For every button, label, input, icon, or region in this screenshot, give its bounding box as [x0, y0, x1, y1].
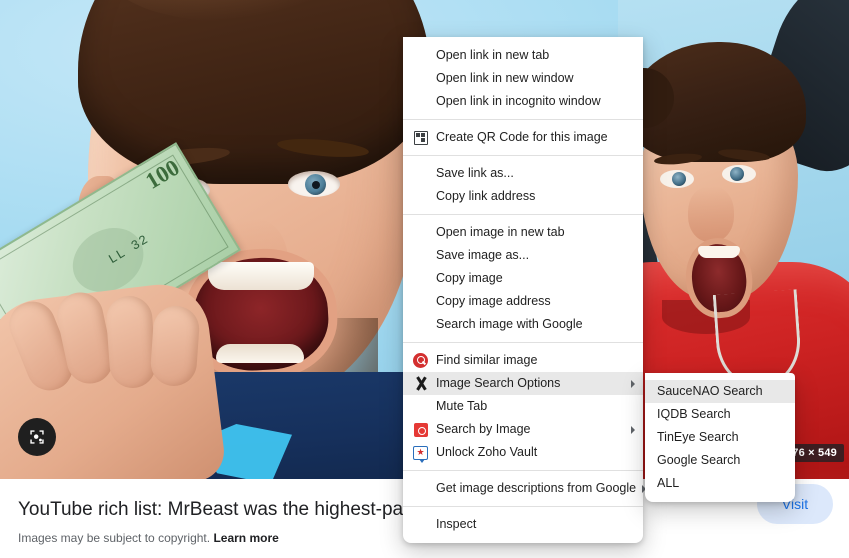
submenu-item-tineye-search[interactable]: TinEye Search: [645, 426, 795, 449]
menu-item-label: Copy image address: [436, 294, 551, 309]
submenu-item-iqdb-search[interactable]: IQDB Search: [645, 403, 795, 426]
menu-item-find-similar-image[interactable]: Find similar image: [403, 349, 643, 372]
submenu-item-google-search[interactable]: Google Search: [645, 449, 795, 472]
menu-item-label: Open link in new window: [436, 71, 574, 86]
no-icon: [412, 47, 429, 64]
copyright-notice: Images may be subject to copyright. Lear…: [18, 531, 279, 545]
right-subject-iris-right: [730, 167, 744, 181]
search-by-image-icon-glyph: [413, 422, 428, 437]
menu-item-label: Open link in new tab: [436, 48, 550, 63]
menu-item-unlock-zoho-vault[interactable]: Unlock Zoho Vault: [403, 441, 643, 464]
menu-item-label: Create QR Code for this image: [436, 130, 608, 145]
submenu-item-label: IQDB Search: [657, 407, 731, 422]
no-icon: [412, 165, 429, 182]
zoho-vault-icon-glyph: [413, 445, 428, 463]
no-icon: [412, 270, 429, 287]
left-subject-upper-teeth: [208, 262, 314, 290]
find-similar-image-icon-glyph: [413, 353, 428, 368]
menu-item-open-link-in-new-window[interactable]: Open link in new window: [403, 67, 643, 90]
qr-code-icon-glyph: [413, 130, 428, 145]
no-icon: [412, 224, 429, 241]
context-menu[interactable]: Open link in new tab Open link in new win…: [403, 37, 647, 543]
menu-item-label: Inspect: [436, 517, 477, 532]
left-subject-finger: [149, 304, 201, 388]
learn-more-link[interactable]: Learn more: [213, 531, 278, 545]
menu-item-image-search-options[interactable]: Image Search Options: [403, 372, 643, 395]
right-subject-nose: [688, 186, 734, 242]
left-subject-hair: [78, 0, 430, 184]
right-subject-teeth: [698, 246, 740, 258]
menu-item-label: Copy link address: [436, 189, 536, 204]
no-icon: [412, 516, 429, 533]
menu-item-label: Find similar image: [436, 353, 538, 368]
menu-item-label: Search image with Google: [436, 317, 583, 332]
menu-item-label: Copy image: [436, 271, 503, 286]
no-icon: [412, 70, 429, 87]
menu-item-save-link-as[interactable]: Save link as...: [403, 162, 643, 185]
menu-item-get-image-descriptions-from-google[interactable]: Get image descriptions from Google: [403, 477, 647, 500]
copyright-text: Images may be subject to copyright.: [18, 531, 211, 545]
menu-separator: [403, 155, 643, 156]
submenu-item-all[interactable]: ALL: [645, 472, 795, 495]
menu-item-label: Image Search Options: [436, 376, 561, 391]
no-icon: [412, 93, 429, 110]
no-icon: [412, 188, 429, 205]
left-subject-iris-right: [305, 174, 326, 195]
menu-item-open-link-in-incognito-window[interactable]: Open link in incognito window: [403, 90, 643, 113]
menu-item-search-by-image[interactable]: Search by Image: [403, 418, 643, 441]
menu-separator: [403, 506, 643, 507]
menu-item-open-image-in-new-tab[interactable]: Open image in new tab: [403, 221, 643, 244]
menu-item-copy-image-address[interactable]: Copy image address: [403, 290, 643, 313]
menu-item-label: Mute Tab: [436, 399, 488, 414]
menu-item-mute-tab[interactable]: Mute Tab: [403, 395, 643, 418]
menu-item-save-image-as[interactable]: Save image as...: [403, 244, 643, 267]
menu-item-create-qr-code-for-this-image[interactable]: Create QR Code for this image: [403, 126, 643, 149]
menu-separator: [403, 119, 643, 120]
menu-separator: [403, 214, 643, 215]
image-search-options-icon-glyph: [413, 376, 429, 391]
menu-separator: [403, 470, 643, 471]
submenu-item-label: SauceNAO Search: [657, 384, 763, 399]
menu-item-label: Save image as...: [436, 248, 530, 263]
menu-item-copy-link-address[interactable]: Copy link address: [403, 185, 643, 208]
image-viewer-root: 100 LL 32 976 × 549 YouTube rich list: M…: [0, 0, 849, 558]
zoho-vault-icon: [412, 444, 429, 463]
menu-item-label: Search by Image: [436, 422, 531, 437]
qr-code-icon: [412, 129, 429, 146]
image-search-options-submenu[interactable]: SauceNAO Search IQDB Search TinEye Search G…: [645, 373, 795, 502]
menu-item-copy-image[interactable]: Copy image: [403, 267, 643, 290]
find-similar-image-icon: [412, 352, 429, 369]
menu-item-label: Open link in incognito window: [436, 94, 601, 109]
menu-item-label: Get image descriptions from Google: [436, 481, 637, 496]
no-icon: [412, 398, 429, 415]
submenu-item-label: TinEye Search: [657, 430, 739, 445]
left-subject-finger: [104, 294, 158, 390]
submenu-item-label: Google Search: [657, 453, 741, 468]
menu-item-label: Unlock Zoho Vault: [436, 445, 538, 460]
no-icon: [412, 316, 429, 333]
menu-item-open-link-in-new-tab[interactable]: Open link in new tab: [403, 44, 643, 67]
no-icon: [412, 247, 429, 264]
menu-separator: [403, 342, 643, 343]
menu-item-inspect[interactable]: Inspect: [403, 513, 643, 536]
menu-item-label: Open image in new tab: [436, 225, 565, 240]
submenu-arrow-icon: [631, 379, 635, 388]
submenu-arrow-icon: [631, 425, 635, 434]
no-icon: [412, 480, 429, 497]
image-title: YouTube rich list: MrBeast was the highe…: [18, 499, 418, 520]
search-by-image-icon: [412, 421, 429, 438]
dollar-bill-denomination: 100: [141, 154, 184, 194]
submenu-item-label: ALL: [657, 476, 680, 491]
left-subject-lower-teeth: [216, 344, 304, 363]
google-lens-icon[interactable]: [18, 418, 56, 456]
right-subject-iris-left: [672, 172, 686, 186]
no-icon: [412, 293, 429, 310]
submenu-item-saucenao-search[interactable]: SauceNAO Search: [645, 380, 795, 403]
menu-item-label: Save link as...: [436, 166, 514, 181]
image-search-options-icon: [412, 375, 429, 392]
menu-item-search-image-with-google[interactable]: Search image with Google: [403, 313, 643, 336]
